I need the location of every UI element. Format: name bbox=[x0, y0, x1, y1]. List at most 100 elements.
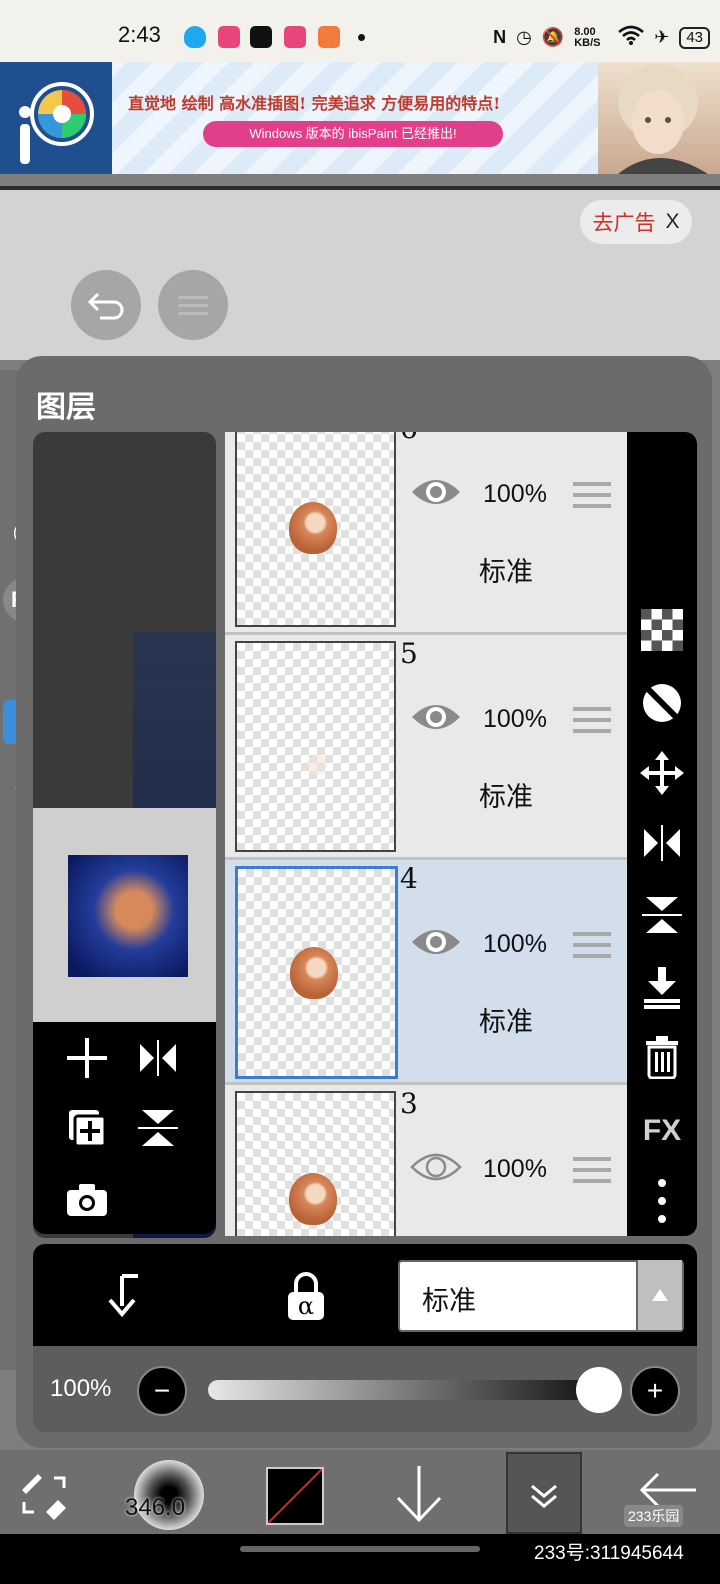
preview-controls bbox=[33, 1022, 216, 1234]
app-icon bbox=[250, 26, 272, 48]
layer-opacity: 100% bbox=[483, 930, 547, 958]
svg-text:α: α bbox=[298, 1292, 314, 1320]
camera-icon bbox=[67, 1184, 107, 1216]
alpha-lock-button[interactable]: α bbox=[282, 1270, 332, 1324]
airplane-icon: ✈ bbox=[654, 27, 670, 47]
layer-number: 5 bbox=[400, 637, 418, 670]
flip-horizontal-icon bbox=[140, 1040, 176, 1076]
move-layer-button[interactable] bbox=[637, 748, 687, 798]
drag-handle-icon[interactable] bbox=[573, 1157, 611, 1183]
layer-blend-mode: 标准 bbox=[479, 1007, 533, 1038]
ibispaint-logo[interactable] bbox=[0, 62, 112, 174]
layer-row[interactable]: 3 100% bbox=[225, 1085, 627, 1236]
eye-icon[interactable] bbox=[410, 699, 462, 735]
ad-subline: Windows 版本的 ibisPaint 已经推出! bbox=[203, 121, 503, 147]
color-swatch[interactable] bbox=[266, 1467, 324, 1525]
opacity-decrease-button[interactable]: − bbox=[137, 1366, 187, 1416]
layer-row[interactable]: 6 100% 标准 bbox=[225, 432, 627, 635]
network-speed: 8.00 KB/S bbox=[574, 25, 601, 49]
layer-row[interactable]: 5 100% 标准 bbox=[225, 635, 627, 860]
flip-vertical-icon bbox=[642, 897, 682, 933]
invert-icon bbox=[643, 684, 681, 722]
layer-thumbnail bbox=[235, 1091, 396, 1236]
brush-size-value: 346.0 bbox=[125, 1494, 186, 1521]
merge-down-icon bbox=[644, 967, 680, 1009]
flip-layer-vertical-button[interactable] bbox=[637, 890, 687, 940]
collapse-panel-button[interactable] bbox=[506, 1452, 582, 1534]
dot-icon bbox=[358, 34, 365, 41]
menu-button[interactable] bbox=[158, 270, 228, 340]
menu-icon bbox=[178, 296, 208, 315]
eye-icon[interactable] bbox=[410, 474, 462, 510]
clipping-arrow-icon bbox=[108, 1274, 138, 1318]
status-time: 2:43 bbox=[118, 22, 161, 47]
drag-handle-icon[interactable] bbox=[573, 707, 611, 733]
layer-blend-mode: 标准 bbox=[479, 557, 533, 588]
layer-thumbnail bbox=[235, 641, 396, 852]
tool-switch-button[interactable] bbox=[18, 1468, 72, 1522]
opacity-slider[interactable] bbox=[208, 1380, 598, 1400]
triangle-up-icon bbox=[652, 1289, 668, 1301]
remove-ad-button[interactable]: 去广告 X bbox=[580, 200, 692, 244]
nfc-icon: N bbox=[493, 27, 507, 47]
minus-icon: − bbox=[153, 1375, 171, 1406]
undo-icon bbox=[87, 292, 124, 320]
arrow-down-icon bbox=[396, 1466, 442, 1523]
import-photo-button[interactable] bbox=[62, 1175, 112, 1225]
layer-fx-button[interactable]: FX bbox=[637, 1106, 687, 1156]
eye-icon[interactable] bbox=[410, 924, 462, 960]
back-button[interactable] bbox=[636, 1470, 700, 1510]
plus-icon bbox=[67, 1038, 107, 1078]
layers-list: 6 100% 标准 5 100% 标准 4 100% 标准 3 100% bbox=[225, 432, 627, 1236]
ad-headline: 直觉地 绘制 高水准插图! 完美追求 方便易用的特点! bbox=[128, 94, 501, 113]
move-arrows-icon bbox=[640, 751, 684, 795]
eye-outline-icon[interactable] bbox=[410, 1149, 462, 1185]
layer-thumbnail bbox=[235, 432, 396, 627]
artwork-thumbnail bbox=[68, 855, 188, 977]
layer-blend-mode: 标准 bbox=[479, 782, 533, 813]
opacity-slider-knob[interactable] bbox=[576, 1367, 622, 1413]
transparent-fill-button[interactable] bbox=[637, 605, 687, 655]
drag-handle-icon[interactable] bbox=[573, 482, 611, 508]
bottom-toolbar bbox=[0, 1450, 720, 1534]
checkerboard-icon bbox=[641, 609, 683, 651]
layer-thumbnail bbox=[235, 866, 398, 1079]
duplicate-icon bbox=[69, 1110, 107, 1148]
more-options-button[interactable] bbox=[637, 1176, 687, 1226]
layer-number: 3 bbox=[400, 1087, 418, 1120]
brush-eraser-switch-icon bbox=[22, 1474, 66, 1520]
layer-number: 6 bbox=[400, 432, 418, 445]
flip-vertical-icon bbox=[138, 1110, 178, 1146]
layer-opacity: 100% bbox=[483, 705, 547, 733]
undo-button[interactable] bbox=[71, 270, 141, 340]
opacity-label: 100% bbox=[50, 1375, 112, 1402]
clipping-button[interactable] bbox=[98, 1270, 148, 1320]
add-layer-button[interactable] bbox=[62, 1033, 112, 1083]
close-ad-button[interactable]: X bbox=[665, 210, 679, 234]
opacity-increase-button[interactable]: + bbox=[630, 1366, 680, 1416]
qq-icon bbox=[184, 26, 206, 48]
flip-layer-horizontal-button[interactable] bbox=[637, 818, 687, 868]
merge-down-button[interactable] bbox=[637, 962, 687, 1012]
alpha-lock-icon: α bbox=[288, 1272, 324, 1320]
delete-layer-button[interactable] bbox=[637, 1032, 687, 1082]
layer-opacity: 100% bbox=[483, 480, 547, 508]
flip-vertical-button[interactable] bbox=[133, 1103, 183, 1153]
layer-row-selected[interactable]: 4 100% 标准 bbox=[225, 860, 627, 1085]
app-icon bbox=[218, 26, 240, 48]
alarm-icon: ◷ bbox=[516, 27, 532, 47]
panel-title: 图层 bbox=[36, 390, 96, 425]
flip-horizontal-icon bbox=[644, 825, 680, 861]
layer-opacity: 100% bbox=[483, 1155, 547, 1183]
remove-ad-label: 去广告 bbox=[592, 211, 656, 235]
invert-layer-button[interactable] bbox=[637, 678, 687, 728]
plus-icon: + bbox=[646, 1375, 664, 1406]
watermark-logo: 233乐园 bbox=[624, 1505, 684, 1527]
duplicate-layer-button[interactable] bbox=[62, 1103, 112, 1153]
blend-mode-dropdown-button[interactable] bbox=[636, 1260, 682, 1330]
home-indicator[interactable] bbox=[240, 1546, 480, 1552]
layer-down-button[interactable] bbox=[392, 1462, 446, 1526]
app-icon bbox=[318, 26, 340, 48]
flip-horizontal-button[interactable] bbox=[133, 1033, 183, 1083]
drag-handle-icon[interactable] bbox=[573, 932, 611, 958]
